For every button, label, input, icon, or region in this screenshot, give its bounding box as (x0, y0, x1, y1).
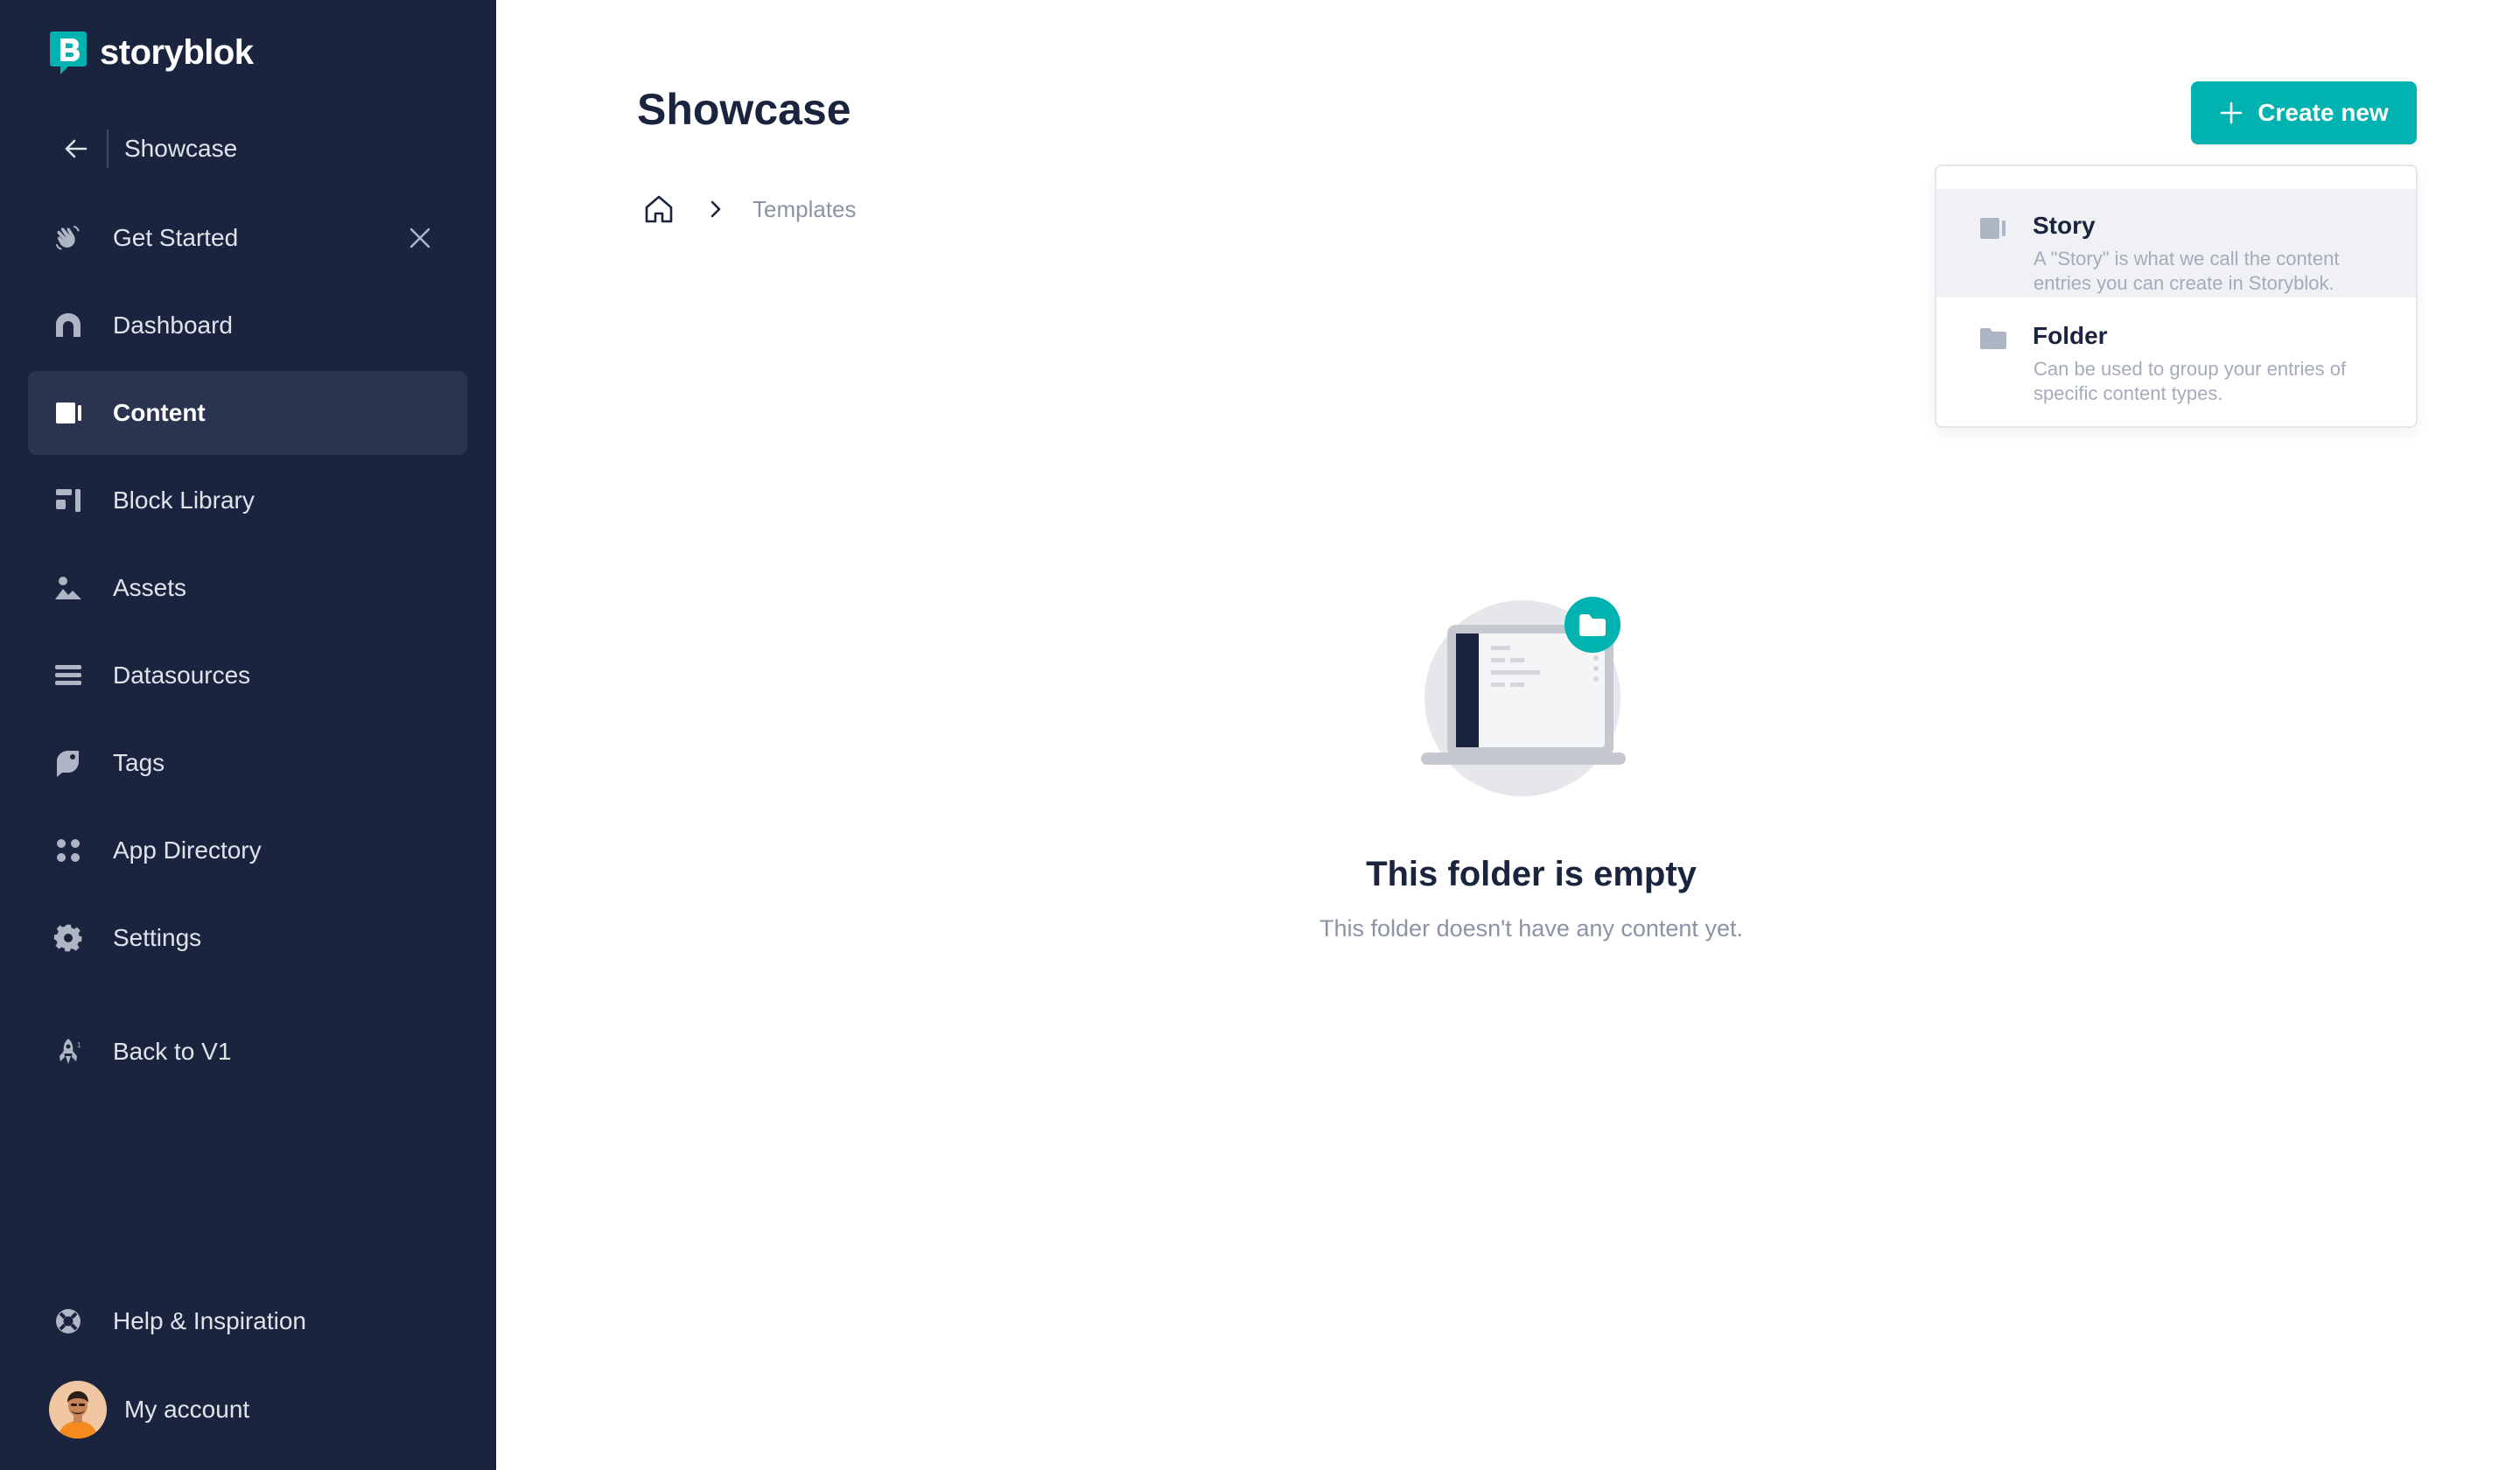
dropdown-item-description: A "Story" is what we call the content en… (2034, 248, 2340, 294)
sidebar-item-content[interactable]: Content (28, 371, 467, 455)
plus-icon (2220, 102, 2243, 124)
space-switcher[interactable]: Showcase (63, 128, 237, 170)
sidebar-item-assets[interactable]: Assets (28, 546, 467, 630)
dropdown-item-description: Can be used to group your entries of spe… (2034, 358, 2347, 404)
content-icon (52, 397, 84, 429)
create-new-button[interactable]: Create new (2191, 81, 2417, 144)
dropdown-item-title: Story (2033, 212, 2096, 239)
space-name: Showcase (124, 135, 238, 162)
tag-icon (52, 747, 84, 779)
sidebar-item-tags[interactable]: Tags (28, 721, 467, 805)
create-new-label: Create new (2258, 99, 2389, 126)
sidebar-item-label: App Directory (113, 836, 262, 864)
account-label: My account (124, 1396, 250, 1423)
create-new-dropdown: Story A "Story" is what we call the cont… (1935, 164, 2418, 428)
sidebar-item-settings[interactable]: Settings (28, 896, 467, 980)
close-icon[interactable] (408, 226, 432, 250)
sidebar-item-label: Assets (113, 574, 187, 601)
sidebar-item-label: Settings (113, 924, 202, 951)
empty-state-subtitle: This folder doesn't have any content yet… (1320, 915, 1743, 942)
chevron-right-icon (710, 200, 721, 218)
sidebar-item-get-started[interactable]: Get Started (28, 196, 467, 280)
dropdown-item-story[interactable]: Story A "Story" is what we call the cont… (1936, 189, 2416, 298)
sidebar-item-block-library[interactable]: Block Library (28, 458, 467, 542)
sidebar-item-label: Content (113, 399, 206, 426)
sidebar-item-label: Help & Inspiration (113, 1307, 307, 1334)
sidebar-item-app-directory[interactable]: App Directory (28, 808, 467, 892)
dropdown-item-folder[interactable]: Folder Can be used to group your entries… (1936, 299, 2416, 408)
datasources-icon (52, 660, 84, 691)
folder-icon (1980, 328, 2006, 349)
hand-wave-icon (52, 222, 84, 254)
storyblok-logo[interactable]: storyblok (49, 30, 254, 75)
empty-folder-illustration (1421, 597, 1626, 796)
sidebar-item-label: Dashboard (113, 312, 233, 339)
breadcrumb: Templates (642, 189, 857, 229)
sidebar-item-label: Datasources (113, 662, 251, 689)
divider (107, 130, 108, 168)
empty-state-title: This folder is empty (1366, 855, 1697, 893)
sidebar-item-label: Back to V1 (113, 1038, 232, 1065)
sidebar-item-dashboard[interactable]: Dashboard (28, 284, 467, 368)
dashboard-icon (52, 310, 84, 341)
breadcrumb-current[interactable]: Templates (752, 196, 857, 223)
sidebar-item-label: Block Library (113, 486, 255, 514)
assets-icon (52, 572, 84, 604)
page-title: Showcase (637, 85, 851, 134)
storyblok-logo-icon (50, 32, 87, 74)
apps-icon (52, 835, 84, 866)
brand-name: storyblok (100, 32, 254, 72)
sidebar-item-back-to-v1[interactable]: 1 Back to V1 (28, 1010, 467, 1094)
avatar (49, 1381, 107, 1438)
sidebar: storyblok Showcase Get Started Dashboard… (0, 0, 496, 1470)
lifebuoy-icon (52, 1306, 84, 1337)
gear-icon (52, 922, 84, 954)
sidebar-item-label: Get Started (113, 224, 239, 251)
account-menu[interactable]: My account (49, 1381, 249, 1438)
sidebar-item-datasources[interactable]: Datasources (28, 634, 467, 718)
story-icon (1980, 218, 2006, 239)
sidebar-item-help[interactable]: Help & Inspiration (28, 1279, 467, 1363)
home-icon[interactable] (642, 192, 676, 226)
sidebar-item-label: Tags (113, 749, 165, 776)
rocket-icon: 1 (52, 1036, 84, 1068)
blocks-icon (52, 485, 84, 516)
arrow-left-icon[interactable] (63, 136, 89, 162)
dropdown-item-title: Folder (2033, 322, 2108, 349)
svg-text:1: 1 (77, 1041, 81, 1049)
